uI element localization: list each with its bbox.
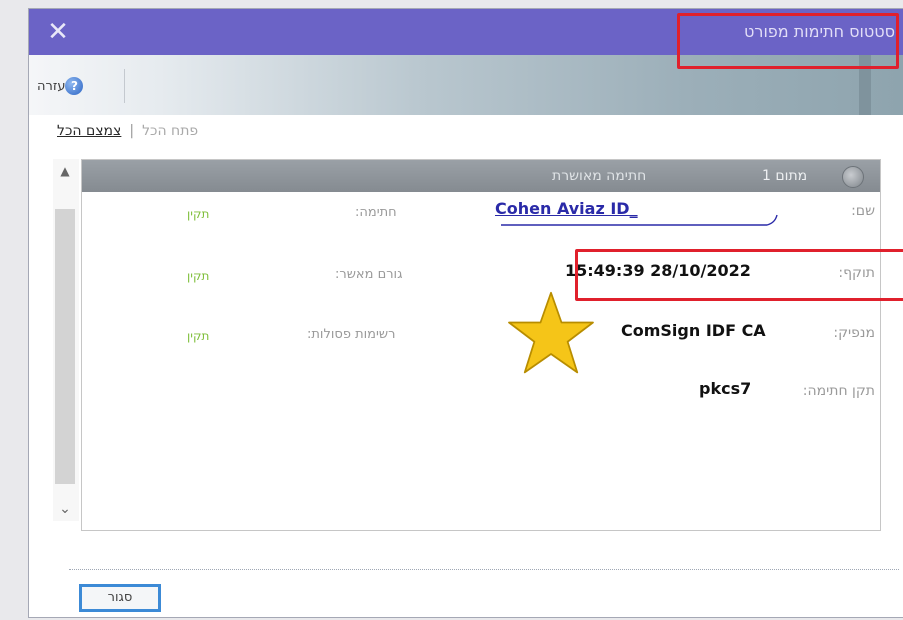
help-icon: ? (65, 77, 84, 95)
signature-standard-value: pkcs7 (699, 379, 752, 398)
expand-collapse-links: פתח הכל | צמצם הכל (57, 123, 198, 139)
signature-count-badge: מתום 1 (762, 168, 808, 184)
name-label: שם: (851, 203, 875, 219)
collapse-all-link[interactable]: צמצם הכל (57, 123, 121, 139)
scroll-down-icon[interactable]: ⌄ (55, 499, 75, 519)
star-annotation-icon (508, 291, 594, 374)
revocation-label: רשימות פסולות: (307, 327, 396, 342)
expand-all-link[interactable]: פתח הכל (142, 123, 198, 139)
signature-status-text: חתימה מאושרת (552, 168, 647, 184)
signature-label: חתימה: (355, 205, 397, 220)
validity-highlight-box (575, 249, 903, 301)
close-icon[interactable]: ✕ (43, 15, 73, 49)
approver-valid-status: תקין (187, 269, 210, 283)
link-separator: | (129, 123, 135, 139)
approver-label: גורם מאשר: (335, 267, 403, 282)
scroll-up-icon[interactable]: ▲ (55, 161, 75, 181)
signer-underline-graphic (501, 214, 778, 226)
help-button[interactable]: ? עזרה (37, 75, 89, 97)
scrollbar-thumb[interactable] (55, 209, 75, 484)
issuer-value: ComSign IDF CA (621, 321, 766, 340)
collapse-toggle-icon[interactable] (842, 166, 864, 188)
signature-valid-status: תקין (187, 207, 210, 221)
help-label: עזרה (37, 78, 66, 94)
close-button[interactable]: סגור (79, 584, 161, 612)
signature-standard-label: תקן חתימה: (802, 383, 875, 399)
toolbar-divider (124, 69, 125, 103)
title-highlight-box (677, 13, 899, 69)
signature-header[interactable]: חתימה מאושרת מתום 1 (82, 160, 880, 192)
issuer-label: מנפיק: (833, 325, 875, 341)
signature-status-dialog: ✕ סטטוס חתימות מפורט ? עזרה פתח הכל | צמ… (28, 8, 903, 618)
revocation-valid-status: תקין (187, 329, 210, 343)
footer-divider (69, 569, 899, 570)
